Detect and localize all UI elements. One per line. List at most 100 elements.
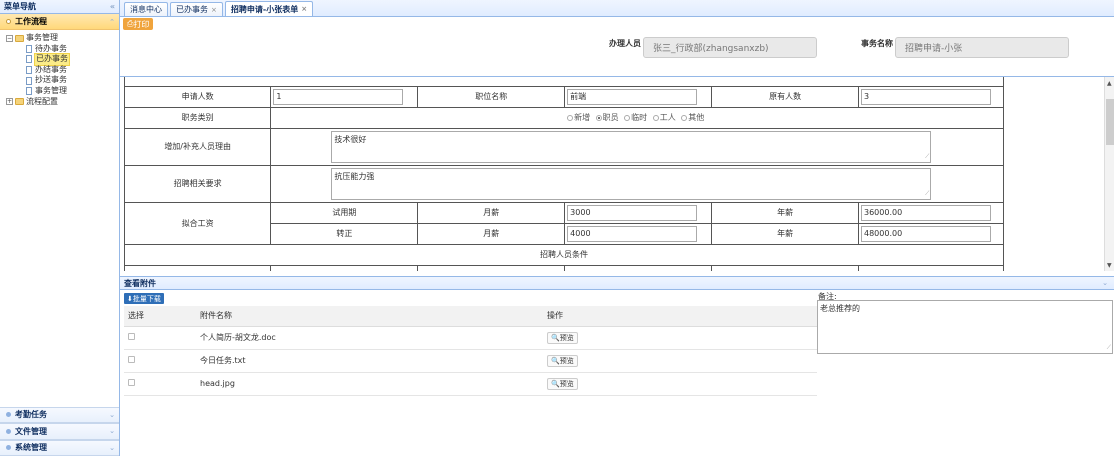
chevron-down-icon[interactable]: ⌄ xyxy=(109,411,115,419)
expand-icon[interactable]: + xyxy=(6,98,13,106)
tab-recruit-form[interactable]: 招聘申请-小张表单 × xyxy=(224,1,314,16)
attachments-title: 查看附件 xyxy=(124,278,156,288)
tree-node-flow-config[interactable]: + 流程配置 xyxy=(6,97,119,108)
chevron-up-icon[interactable]: ⌃ xyxy=(109,18,115,26)
scroll-up-icon[interactable]: ▲ xyxy=(1107,80,1112,87)
reason-label: 增加/补充人员理由 xyxy=(123,127,272,166)
bullet-icon xyxy=(6,412,11,418)
form-scrollbar[interactable]: ▲ ▼ xyxy=(1104,77,1114,271)
main-content: 消息中心 已办事务 × 招聘申请-小张表单 × ⎙ 打印 办理人员 张三_行政部(zh… xyxy=(120,0,1114,456)
folder-icon xyxy=(15,98,24,106)
table-row: 增加/补充人员理由 技术很好 ⟋ xyxy=(123,127,1004,166)
preview-button[interactable]: 🔍 预览 xyxy=(547,331,578,344)
requirement-textarea[interactable]: 抗压能力强 ⟋ xyxy=(331,167,932,200)
table-row xyxy=(124,77,1004,87)
radio-icon xyxy=(652,114,659,121)
regular-year-input[interactable]: 48000.00 xyxy=(861,225,991,242)
probation-label: 试用期 xyxy=(270,201,419,224)
chevron-down-icon[interactable]: ⌄ xyxy=(109,427,115,435)
month-salary-label: 月薪 xyxy=(417,201,566,224)
sidebar-title: 菜单导航 xyxy=(4,2,36,11)
remark-textarea[interactable]: 老总推荐的 ⟋ xyxy=(817,300,1113,354)
print-label: 打印 xyxy=(133,19,150,29)
resize-grip-icon[interactable]: ⟋ xyxy=(925,153,929,161)
chevron-down-icon[interactable]: ⌄ xyxy=(1102,279,1108,287)
reason-textarea[interactable]: 技术很好 ⟋ xyxy=(331,130,932,163)
radio-worker[interactable]: 工人 xyxy=(652,112,676,123)
close-icon[interactable]: × xyxy=(301,5,307,13)
table-row: 拟合工资 试用期 月薪 3000 年薪 36000.00 xyxy=(123,201,1004,245)
scrollbar-thumb[interactable] xyxy=(1106,99,1114,145)
tab-done-affairs[interactable]: 已办事务 × xyxy=(170,2,223,16)
bullet-icon xyxy=(6,428,11,434)
affair-name-label: 事务名称 xyxy=(861,39,893,48)
bullet-icon xyxy=(6,445,11,451)
preview-button[interactable]: 🔍 预览 xyxy=(547,354,578,367)
row-checkbox[interactable] xyxy=(128,379,135,386)
panel-files[interactable]: 文件管理 ⌄ xyxy=(0,423,119,440)
probation-month-input[interactable]: 3000 xyxy=(567,204,698,221)
radio-new[interactable]: 新增 xyxy=(567,112,590,123)
tree-item-cc[interactable]: 抄送事务 xyxy=(6,75,119,86)
radio-label: 新增 xyxy=(574,113,591,122)
applicant-count-input[interactable]: 1 xyxy=(273,88,404,105)
original-count-label: 原有人数 xyxy=(711,85,859,108)
tree-node-affair-management[interactable]: − 事务管理 xyxy=(6,33,119,44)
tab-message-center[interactable]: 消息中心 xyxy=(124,2,168,16)
file-icon xyxy=(26,55,32,64)
original-count-input[interactable]: 3 xyxy=(861,88,991,105)
scroll-down-icon[interactable]: ▼ xyxy=(1107,262,1112,269)
salary-label: 拟合工资 xyxy=(123,201,272,245)
chevron-down-icon[interactable]: ⌄ xyxy=(109,444,115,452)
position-input[interactable]: 前端 xyxy=(567,88,698,105)
probation-year-input[interactable]: 36000.00 xyxy=(861,204,991,221)
row-checkbox[interactable] xyxy=(128,333,135,340)
sidebar-bottom-panels: 考勤任务 ⌄ 文件管理 ⌄ 系统管理 ⌄ xyxy=(0,406,119,456)
tree-node-label: 流程配置 xyxy=(26,96,58,106)
column-header-select: 选择 xyxy=(124,306,196,327)
panel-attendance[interactable]: 考勤任务 ⌄ xyxy=(0,406,119,423)
radio-icon xyxy=(567,114,574,121)
tab-label: 招聘申请-小张表单 xyxy=(230,4,299,14)
tree-item-finished[interactable]: 办结事务 xyxy=(6,65,119,76)
column-header-actions: 操作 xyxy=(543,306,817,327)
table-row: 个人简历-胡文龙.doc 🔍 预览 xyxy=(124,326,817,350)
affair-name-field: 招聘申请-小张 xyxy=(895,37,1069,58)
table-header-row: 选择 附件名称 操作 xyxy=(124,306,817,327)
tree-item-manage[interactable]: 事务管理 xyxy=(6,86,119,97)
form-header: ⎙ 打印 办理人员 张三_行政部(zhangsanxzb) 事务名称 招聘申请-小… xyxy=(120,17,1114,76)
condition-label: 招聘人员条件 xyxy=(124,243,1004,266)
resize-grip-icon[interactable]: ⟋ xyxy=(1107,344,1111,352)
workflow-tree: − 事务管理 待办事务 已办事务 办结事务 抄送事务 事务管理 + 流程配置 xyxy=(0,30,119,107)
radio-other[interactable]: 其他 xyxy=(681,112,704,123)
radio-label: 职员 xyxy=(602,113,619,122)
collapse-icon[interactable]: − xyxy=(6,34,13,42)
preview-button[interactable]: 🔍 预览 xyxy=(547,377,578,390)
regular-month-input[interactable]: 4000 xyxy=(567,225,698,242)
radio-icon xyxy=(624,114,631,121)
tab-label: 消息中心 xyxy=(130,5,162,14)
folder-open-icon xyxy=(15,34,24,42)
column-header-filename: 附件名称 xyxy=(196,306,543,327)
collapse-sidebar-icon[interactable]: « xyxy=(110,2,115,11)
sidebar: 菜单导航 « 工作流程 ⌃ − 事务管理 待办事务 已办事务 办结事务 抄送事务 … xyxy=(0,0,120,456)
resize-grip-icon[interactable]: ⟋ xyxy=(925,190,929,198)
attachments-table: 选择 附件名称 操作 个人简历-胡文龙.doc 🔍 预览 今日任务.txt 🔍 预览 h… xyxy=(124,306,817,396)
print-button[interactable]: ⎙ 打印 xyxy=(123,18,154,30)
close-icon[interactable]: × xyxy=(211,6,217,14)
batch-download-button[interactable]: ⬇ 批量下载 xyxy=(124,293,164,304)
radio-label: 临时 xyxy=(631,113,648,122)
file-icon xyxy=(26,66,32,75)
tree-node-label: 事务管理 xyxy=(26,33,58,42)
tree-item-done[interactable]: 已办事务 xyxy=(6,53,119,66)
row-checkbox[interactable] xyxy=(128,356,135,363)
panel-system[interactable]: 系统管理 ⌄ xyxy=(0,439,119,456)
radio-temp[interactable]: 临时 xyxy=(624,112,647,123)
tree-item-label: 办结事务 xyxy=(35,64,67,74)
bullet-icon xyxy=(6,19,11,24)
radio-checked-icon xyxy=(595,114,602,121)
panel-workflow[interactable]: 工作流程 ⌃ xyxy=(0,14,119,30)
radio-staff[interactable]: 职员 xyxy=(595,112,619,123)
panel-label: 系统管理 xyxy=(15,443,47,453)
requirement-label: 招聘相关要求 xyxy=(123,164,272,203)
